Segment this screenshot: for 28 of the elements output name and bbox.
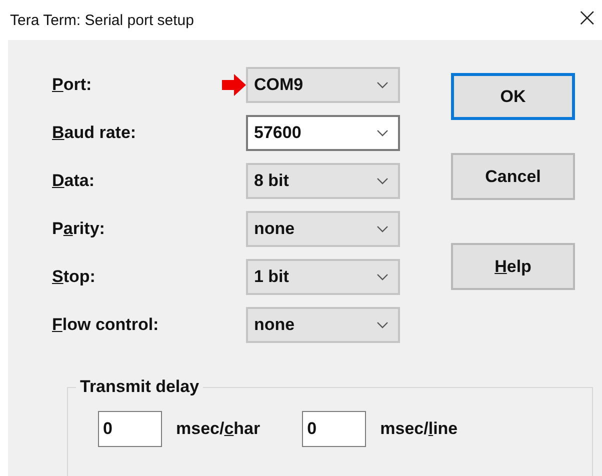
chevron-down-icon bbox=[377, 130, 388, 136]
dropdown-field[interactable]: 8 bit bbox=[246, 163, 400, 199]
dropdown-field[interactable]: none bbox=[246, 307, 400, 343]
field-label: Baud rate: bbox=[52, 123, 138, 143]
dropdown-field[interactable]: none bbox=[246, 211, 400, 247]
group-title: Transmit delay bbox=[79, 377, 200, 397]
chevron-down-icon bbox=[377, 82, 388, 88]
dropdown-field[interactable]: 57600 bbox=[246, 115, 400, 151]
unit-label: msec/char bbox=[176, 419, 260, 439]
field-label: Data: bbox=[52, 171, 96, 191]
input-field[interactable]: 0 bbox=[98, 411, 162, 447]
dialog-button[interactable]: OK bbox=[451, 73, 575, 120]
field-label: Stop: bbox=[52, 267, 96, 287]
dialog-button[interactable]: Cancel bbox=[451, 153, 575, 200]
chevron-down-icon bbox=[377, 178, 388, 184]
field-label: Parity: bbox=[52, 219, 106, 239]
unit-label: msec/line bbox=[380, 419, 458, 439]
window-title: Tera Term: Serial port setup bbox=[10, 12, 194, 28]
dialog-button[interactable]: Help bbox=[451, 243, 575, 290]
input-field[interactable]: 0 bbox=[302, 411, 366, 447]
dropdown-field[interactable]: COM9 bbox=[246, 67, 400, 103]
chevron-down-icon bbox=[377, 322, 388, 328]
field-label: Port: bbox=[52, 75, 93, 95]
close-button[interactable]: × bbox=[576, 3, 602, 37]
field-label: Flow control: bbox=[52, 315, 160, 335]
dropdown-field[interactable]: 1 bit bbox=[246, 259, 400, 295]
chevron-down-icon bbox=[377, 274, 388, 280]
chevron-down-icon bbox=[377, 226, 388, 232]
